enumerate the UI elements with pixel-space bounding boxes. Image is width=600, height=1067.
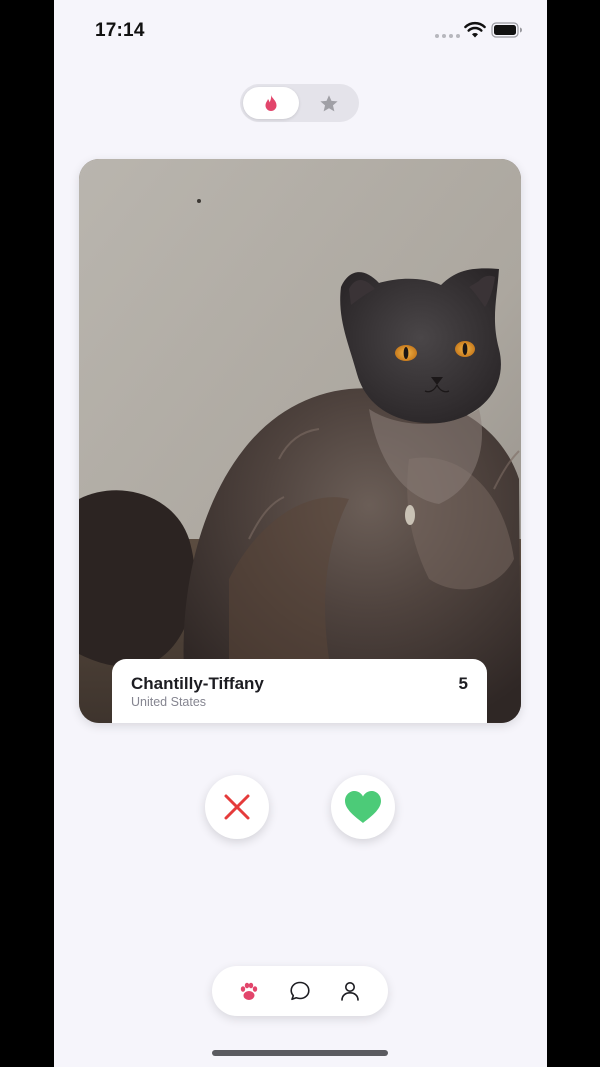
tab-pets[interactable] [236,978,262,1004]
pet-age: 5 [458,674,468,693]
person-icon [341,982,359,1001]
pet-name: Chantilly-Tiffany [131,674,264,693]
mode-switch [240,84,359,122]
chat-bubble-icon [290,981,310,1001]
status-time: 17:14 [95,20,145,41]
close-icon [224,794,250,820]
battery-icon [491,22,522,38]
tab-chat[interactable] [287,978,313,1004]
app-screen: 17:14 Chantilly-Tiffany United States 5 [54,0,547,1067]
home-indicator[interactable] [212,1050,388,1056]
wifi-icon [464,21,486,38]
paw-icon [240,982,258,1000]
status-bar: 17:14 [54,0,547,60]
heart-icon [345,791,381,823]
star-icon [320,94,338,111]
profile-card[interactable]: Chantilly-Tiffany United States 5 [79,159,521,723]
dislike-button[interactable] [205,775,269,839]
tab-profile[interactable] [337,978,363,1004]
bottom-tab-bar [212,966,388,1016]
cellular-signal-icon [435,34,460,38]
profile-info-panel: Chantilly-Tiffany United States 5 [112,659,487,723]
pet-photo [79,159,521,723]
like-button[interactable] [331,775,395,839]
discover-mode-tab[interactable] [243,87,299,119]
pet-location: United States [131,695,207,709]
favorites-mode-tab[interactable] [302,87,356,119]
flame-icon [265,94,277,111]
